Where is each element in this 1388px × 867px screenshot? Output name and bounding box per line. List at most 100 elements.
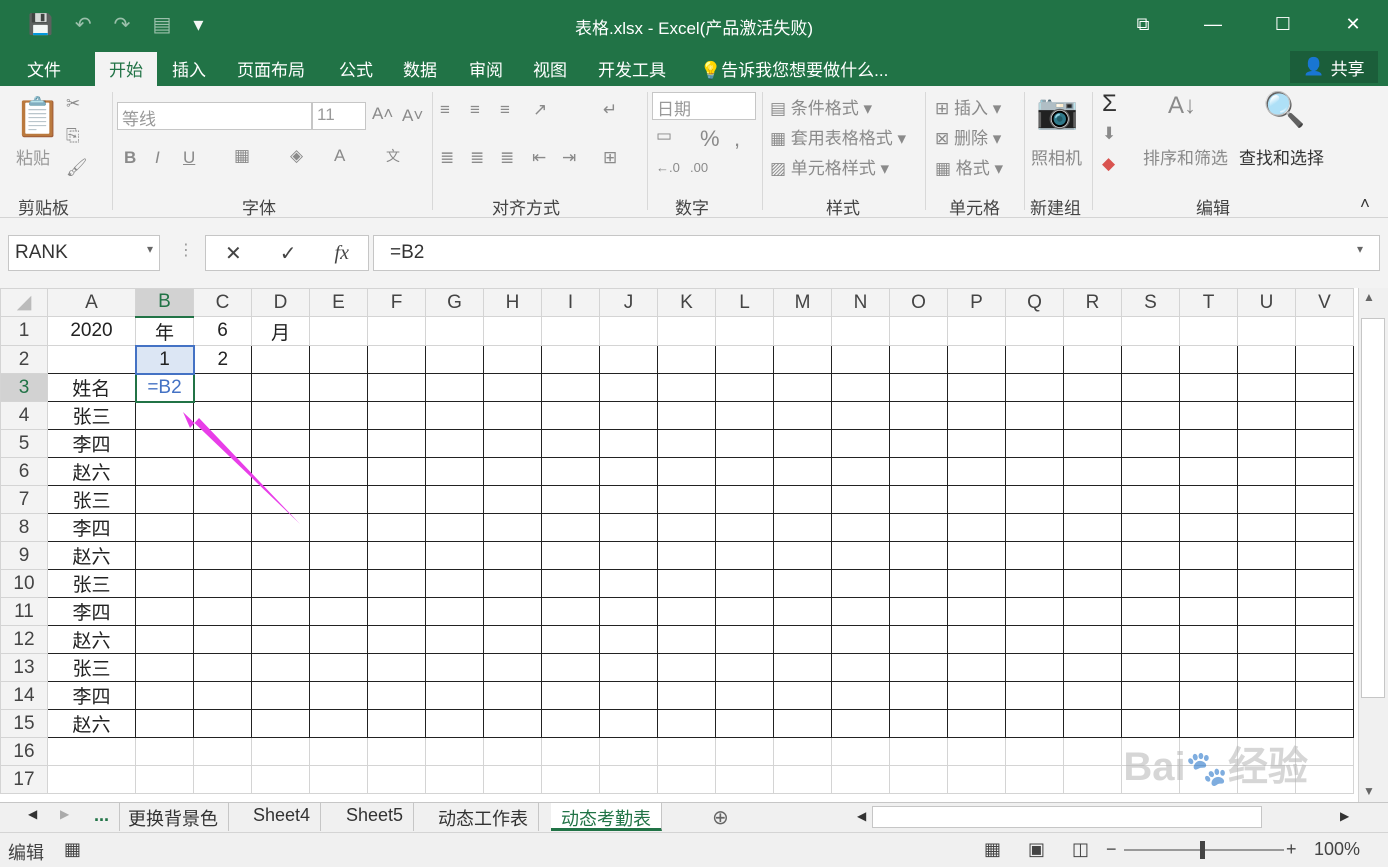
scroll-thumb[interactable] (1361, 318, 1385, 698)
cell-t5[interactable] (1179, 429, 1238, 458)
cell-q8[interactable] (1005, 513, 1064, 542)
cell-k5[interactable] (657, 429, 716, 458)
cell-a6[interactable]: 赵六 (47, 457, 136, 486)
ribbon-display-icon[interactable]: ⧉ (1108, 0, 1178, 48)
row-header[interactable]: 15 (0, 709, 48, 738)
cell-g4[interactable] (425, 401, 484, 430)
cell-p16[interactable] (947, 737, 1006, 766)
column-header-q[interactable]: Q (1005, 288, 1064, 317)
align-center-icon[interactable]: ≣ (470, 148, 484, 168)
cell-p4[interactable] (947, 401, 1006, 430)
cell-h10[interactable] (483, 569, 542, 598)
cell-v12[interactable] (1295, 625, 1354, 654)
cell-r17[interactable] (1063, 765, 1122, 794)
cell-o10[interactable] (889, 569, 948, 598)
cell-a10[interactable]: 张三 (47, 569, 136, 598)
cell-d11[interactable] (251, 597, 310, 626)
cell-c10[interactable] (193, 569, 252, 598)
cell-f2[interactable] (367, 345, 426, 374)
cell-p10[interactable] (947, 569, 1006, 598)
cell-f14[interactable] (367, 681, 426, 710)
cell-v9[interactable] (1295, 541, 1354, 570)
cell-l13[interactable] (715, 653, 774, 682)
cell-g5[interactable] (425, 429, 484, 458)
cell-e7[interactable] (309, 485, 368, 514)
page-break-view-icon[interactable]: ◫ (1072, 839, 1089, 860)
cell-m14[interactable] (773, 681, 832, 710)
align-right-icon[interactable]: ≣ (500, 148, 514, 168)
column-header-i[interactable]: I (541, 288, 600, 317)
cell-r10[interactable] (1063, 569, 1122, 598)
formula-input[interactable]: =B2 ▾ (373, 235, 1380, 271)
cell-o8[interactable] (889, 513, 948, 542)
cell-f7[interactable] (367, 485, 426, 514)
format-cells-button[interactable]: ▦ 格式 ▾ (935, 154, 1003, 179)
cell-m1[interactable] (773, 316, 832, 346)
tab-review[interactable]: 审阅 (469, 56, 503, 81)
cell-s2[interactable] (1121, 345, 1180, 374)
cell-r15[interactable] (1063, 709, 1122, 738)
cell-d13[interactable] (251, 653, 310, 682)
cell-q12[interactable] (1005, 625, 1064, 654)
add-sheet-icon[interactable]: ⊕ (712, 805, 729, 830)
cell-u8[interactable] (1237, 513, 1296, 542)
cell-b17[interactable] (135, 765, 194, 794)
cell-t13[interactable] (1179, 653, 1238, 682)
cell-d4[interactable] (251, 401, 310, 430)
format-as-table-button[interactable]: ▦ 套用表格格式 ▾ (770, 124, 906, 149)
cell-c7[interactable] (193, 485, 252, 514)
cell-a17[interactable] (47, 765, 136, 794)
cell-s14[interactable] (1121, 681, 1180, 710)
more-sheets[interactable]: ... (84, 803, 121, 831)
scroll-down-icon[interactable]: ▼ (1363, 784, 1375, 798)
cell-o3[interactable] (889, 373, 948, 402)
delete-cells-button[interactable]: ⊠ 删除 ▾ (935, 124, 1001, 149)
sheet-tab-dynamic-sheet[interactable]: 动态工作表 (428, 803, 539, 831)
cell-b12[interactable] (135, 625, 194, 654)
cell-f16[interactable] (367, 737, 426, 766)
cell-q14[interactable] (1005, 681, 1064, 710)
cell-i6[interactable] (541, 457, 600, 486)
cell-u7[interactable] (1237, 485, 1296, 514)
cell-j6[interactable] (599, 457, 658, 486)
cell-e15[interactable] (309, 709, 368, 738)
row-header[interactable]: 5 (0, 429, 48, 458)
cell-j5[interactable] (599, 429, 658, 458)
cell-b11[interactable] (135, 597, 194, 626)
cell-m17[interactable] (773, 765, 832, 794)
cell-o16[interactable] (889, 737, 948, 766)
cell-j13[interactable] (599, 653, 658, 682)
cell-r2[interactable] (1063, 345, 1122, 374)
cell-v5[interactable] (1295, 429, 1354, 458)
cell-h13[interactable] (483, 653, 542, 682)
column-header-m[interactable]: M (773, 288, 832, 317)
cell-s10[interactable] (1121, 569, 1180, 598)
cell-p12[interactable] (947, 625, 1006, 654)
cell-h3[interactable] (483, 373, 542, 402)
font-color-icon[interactable]: A (334, 146, 345, 166)
cell-n9[interactable] (831, 541, 890, 570)
cell-p8[interactable] (947, 513, 1006, 542)
cell-b13[interactable] (135, 653, 194, 682)
cell-r16[interactable] (1063, 737, 1122, 766)
cell-n17[interactable] (831, 765, 890, 794)
cell-n1[interactable] (831, 316, 890, 346)
cell-h5[interactable] (483, 429, 542, 458)
row-header[interactable]: 7 (0, 485, 48, 514)
tab-page-layout[interactable]: 页面布局 (237, 56, 305, 81)
cell-k16[interactable] (657, 737, 716, 766)
column-header-c[interactable]: C (193, 288, 252, 317)
cell-a14[interactable]: 李四 (47, 681, 136, 710)
cell-v2[interactable] (1295, 345, 1354, 374)
underline-icon[interactable]: U (183, 148, 195, 168)
cell-c4[interactable] (193, 401, 252, 430)
cell-j12[interactable] (599, 625, 658, 654)
cell-o15[interactable] (889, 709, 948, 738)
cell-s5[interactable] (1121, 429, 1180, 458)
border-icon[interactable]: ▦ (234, 146, 250, 166)
cell-n10[interactable] (831, 569, 890, 598)
cell-r11[interactable] (1063, 597, 1122, 626)
cell-q13[interactable] (1005, 653, 1064, 682)
cell-b1[interactable]: 年 (135, 316, 194, 346)
cell-k8[interactable] (657, 513, 716, 542)
